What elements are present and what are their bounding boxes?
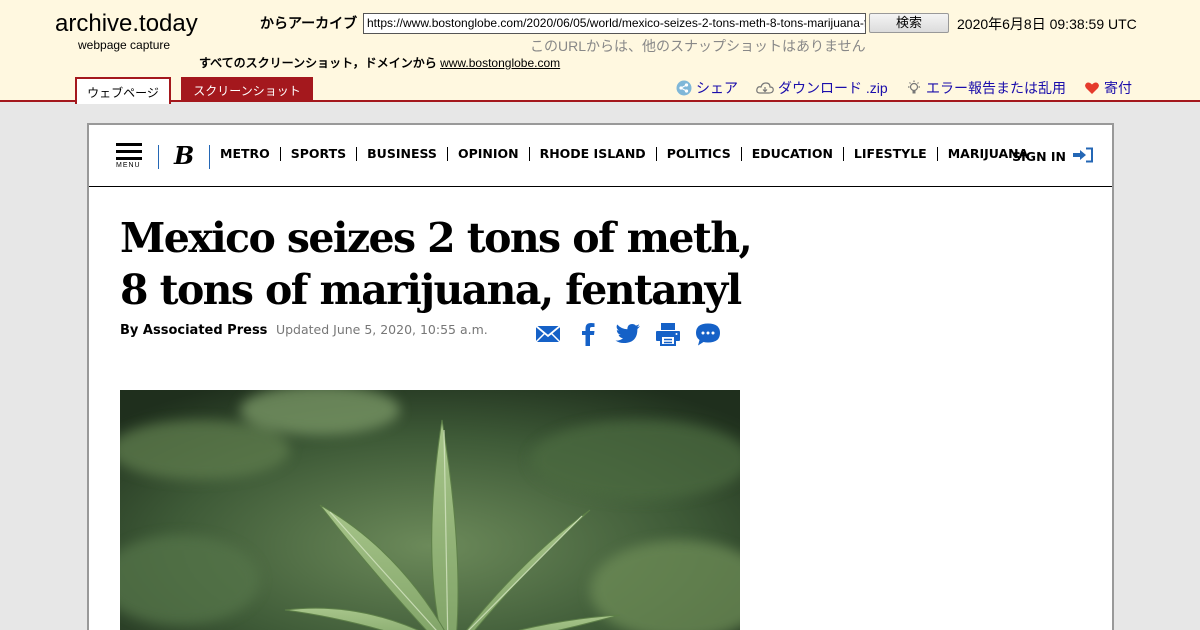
share-icon bbox=[676, 80, 692, 96]
sign-in-button[interactable]: SIGN IN bbox=[1012, 147, 1094, 166]
archive-from-label: からアーカイブ bbox=[260, 15, 358, 31]
report-label: エラー報告または乱用 bbox=[926, 80, 1066, 96]
lightbulb-icon bbox=[906, 80, 922, 96]
updated-date: Updated June 5, 2020, 10:55 a.m. bbox=[275, 322, 488, 337]
tab-webpage[interactable]: ウェブページ bbox=[75, 77, 171, 104]
nav-item-lifestyle[interactable]: LIFESTYLE bbox=[842, 147, 937, 161]
nav-item-politics[interactable]: POLITICS bbox=[655, 147, 741, 161]
heart-icon bbox=[1084, 80, 1100, 96]
sign-in-icon bbox=[1072, 147, 1094, 166]
archive-logo[interactable]: archive.today bbox=[55, 10, 198, 38]
globe-logo[interactable]: B bbox=[174, 141, 194, 170]
email-icon[interactable] bbox=[535, 321, 561, 347]
byline: By Associated Press Updated June 5, 2020… bbox=[120, 322, 488, 338]
nav-item-education[interactable]: EDUCATION bbox=[740, 147, 843, 161]
url-input[interactable]: https://www.bostonglobe.com/2020/06/05/w… bbox=[363, 13, 866, 34]
byline-by: By bbox=[120, 323, 139, 338]
archive-subtitle: webpage capture bbox=[78, 38, 171, 52]
byline-author[interactable]: Associated Press bbox=[143, 323, 268, 338]
comment-icon[interactable] bbox=[695, 321, 721, 347]
facebook-icon[interactable] bbox=[575, 321, 601, 347]
nav-item-rhode-island[interactable]: RHODE ISLAND bbox=[528, 147, 656, 161]
donate-action[interactable]: 寄付 bbox=[1084, 78, 1132, 98]
all-screenshots-label: すべてのスクリーンショット，ドメインから bbox=[199, 56, 437, 70]
nav-item-metro[interactable]: METRO bbox=[210, 147, 280, 161]
share-label: シェア bbox=[696, 80, 738, 96]
report-action[interactable]: エラー報告または乱用 bbox=[906, 78, 1066, 98]
domain-link[interactable]: www.bostonglobe.com bbox=[440, 56, 560, 70]
all-screenshots-line: すべてのスクリーンショット，ドメインから www.bostonglobe.com bbox=[199, 54, 560, 71]
nav-items: METRO SPORTS BUSINESS OPINION RHODE ISLA… bbox=[210, 147, 1038, 161]
hamburger-menu-icon[interactable] bbox=[116, 143, 142, 164]
article-photo[interactable] bbox=[120, 390, 740, 630]
tab-screenshot[interactable]: スクリーンショット bbox=[181, 77, 313, 101]
search-button[interactable]: 検索 bbox=[869, 13, 949, 33]
sign-in-label: SIGN IN bbox=[1012, 149, 1066, 164]
print-icon[interactable] bbox=[655, 321, 681, 347]
share-action[interactable]: シェア bbox=[676, 78, 738, 98]
nav-item-opinion[interactable]: OPINION bbox=[446, 147, 529, 161]
share-tools bbox=[535, 321, 721, 347]
capture-date: 2020年6月8日 09:38:59 UTC bbox=[957, 16, 1137, 32]
site-nav: MENU B METRO SPORTS BUSINESS OPINION RHO… bbox=[89, 125, 1112, 187]
donate-label: 寄付 bbox=[1104, 80, 1132, 96]
nav-divider bbox=[158, 145, 159, 169]
menu-label[interactable]: MENU bbox=[116, 162, 141, 169]
no-snapshots-text: このURLからは、他のスナップショットはありません bbox=[530, 38, 866, 54]
captured-page: MENU B METRO SPORTS BUSINESS OPINION RHO… bbox=[87, 123, 1114, 630]
twitter-icon[interactable] bbox=[615, 321, 641, 347]
cloud-download-icon bbox=[756, 80, 774, 96]
article-headline: Mexico seizes 2 tons of meth, 8 tons of … bbox=[120, 214, 753, 314]
download-label: ダウンロード .zip bbox=[778, 80, 888, 96]
nav-item-sports[interactable]: SPORTS bbox=[279, 147, 356, 161]
nav-item-business[interactable]: BUSINESS bbox=[356, 147, 447, 161]
download-action[interactable]: ダウンロード .zip bbox=[756, 78, 888, 98]
archive-header: archive.today webpage capture からアーカイブ ht… bbox=[0, 0, 1200, 104]
